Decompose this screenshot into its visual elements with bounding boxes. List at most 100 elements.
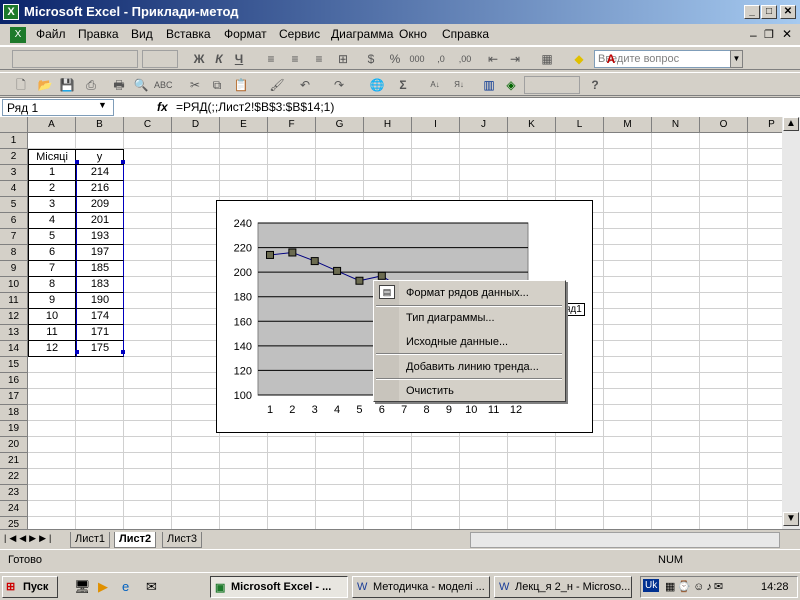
- show-desktop-icon[interactable]: 🖥: [74, 579, 91, 595]
- row-header-17[interactable]: 17: [0, 389, 28, 405]
- italic-icon[interactable]: К: [210, 51, 228, 67]
- cell-a8[interactable]: 6: [28, 245, 76, 261]
- menu-item-1[interactable]: Правка: [78, 27, 119, 41]
- menu-item-0[interactable]: Файл: [36, 27, 66, 41]
- cell-a6[interactable]: 4: [28, 213, 76, 229]
- menu-item-8[interactable]: Справка: [442, 27, 489, 41]
- row-header-15[interactable]: 15: [0, 357, 28, 373]
- name-box-dropdown-icon[interactable]: ▼: [98, 100, 107, 110]
- cell-a11[interactable]: 9: [28, 293, 76, 309]
- row-header-3[interactable]: 3: [0, 165, 28, 181]
- column-header-N[interactable]: N: [652, 117, 700, 133]
- doc-restore-button[interactable]: ❐: [764, 28, 774, 41]
- currency-icon[interactable]: $: [362, 51, 380, 67]
- row-header-10[interactable]: 10: [0, 277, 28, 293]
- column-header-M[interactable]: M: [604, 117, 652, 133]
- cell-b11[interactable]: 190: [76, 293, 124, 309]
- cell-b10[interactable]: 183: [76, 277, 124, 293]
- cell-a14[interactable]: 12: [28, 341, 76, 357]
- range-handle[interactable]: [75, 350, 79, 354]
- spelling-icon[interactable]: ABC: [154, 77, 173, 93]
- cell-b7[interactable]: 193: [76, 229, 124, 245]
- cell-b4[interactable]: 216: [76, 181, 124, 197]
- sort-desc-icon[interactable]: Я↓: [450, 77, 468, 93]
- autosum-icon[interactable]: Σ: [394, 77, 412, 93]
- task-word-1[interactable]: W Методичка - моделі ...: [352, 576, 490, 598]
- thousands-icon[interactable]: 000: [408, 51, 426, 67]
- new-icon[interactable]: 🗋: [12, 77, 30, 93]
- scroll-down-icon[interactable]: ▼: [783, 512, 799, 526]
- range-handle[interactable]: [121, 160, 125, 164]
- font-color-icon[interactable]: A: [602, 51, 620, 67]
- cell-b12[interactable]: 174: [76, 309, 124, 325]
- sheet-tab-2[interactable]: Лист2: [114, 532, 157, 548]
- cell-a3[interactable]: 1: [28, 165, 76, 181]
- cell-b13[interactable]: 171: [76, 325, 124, 341]
- row-header-2[interactable]: 2: [0, 149, 28, 165]
- column-header-B[interactable]: B: [76, 117, 124, 133]
- increase-indent-icon[interactable]: ⇥: [506, 51, 524, 67]
- cell-a12[interactable]: 10: [28, 309, 76, 325]
- row-header-7[interactable]: 7: [0, 229, 28, 245]
- close-button[interactable]: ✕: [780, 5, 796, 19]
- menu-item-6[interactable]: Диаграмма: [331, 27, 393, 41]
- start-button[interactable]: ⊞ Пуск: [2, 576, 58, 598]
- task-excel[interactable]: ▣ Microsoft Excel - ...: [210, 576, 348, 598]
- merge-icon[interactable]: ⊞: [334, 51, 352, 67]
- copy-icon[interactable]: ⧉: [208, 77, 226, 93]
- cell-b2[interactable]: y: [76, 149, 124, 165]
- print-icon[interactable]: 🖶: [110, 77, 128, 93]
- workbook-icon[interactable]: X: [10, 27, 26, 43]
- sheet-tab-1[interactable]: Лист1: [70, 532, 111, 548]
- row-header-1[interactable]: 1: [0, 133, 28, 149]
- increase-decimal-icon[interactable]: ,0: [432, 51, 450, 67]
- underline-icon[interactable]: Ч: [230, 51, 248, 67]
- drawing-icon[interactable]: ◈: [502, 77, 520, 93]
- row-header-18[interactable]: 18: [0, 405, 28, 421]
- column-header-E[interactable]: E: [220, 117, 268, 133]
- font-combo[interactable]: [12, 50, 138, 68]
- menu-item-3[interactable]: Вставка: [166, 27, 211, 41]
- menu-item-7[interactable]: Окно: [399, 27, 427, 41]
- align-right-icon[interactable]: ≡: [310, 51, 328, 67]
- menu-item-5[interactable]: Сервис: [279, 27, 320, 41]
- maximize-button[interactable]: □: [761, 5, 777, 19]
- cell-a5[interactable]: 3: [28, 197, 76, 213]
- tray-icons[interactable]: ▦⌚☺♪✉: [665, 580, 725, 593]
- row-header-16[interactable]: 16: [0, 373, 28, 389]
- menu-chart-type[interactable]: Тип диаграммы...: [406, 312, 495, 324]
- range-handle[interactable]: [121, 350, 125, 354]
- menu-source-data[interactable]: Исходные данные...: [406, 336, 508, 348]
- save-icon[interactable]: 💾: [58, 77, 76, 93]
- cell-b6[interactable]: 201: [76, 213, 124, 229]
- cell-a13[interactable]: 11: [28, 325, 76, 341]
- row-header-13[interactable]: 13: [0, 325, 28, 341]
- column-header-D[interactable]: D: [172, 117, 220, 133]
- row-header-20[interactable]: 20: [0, 437, 28, 453]
- column-header-C[interactable]: C: [124, 117, 172, 133]
- column-header-F[interactable]: F: [268, 117, 316, 133]
- paste-icon[interactable]: 📋: [232, 77, 250, 93]
- tab-scroll-icons[interactable]: |◀◀▶▶|: [4, 533, 54, 544]
- formula-input[interactable]: =РЯД(;;Лист2!$B$3:$B$14;1): [176, 100, 334, 114]
- menu-format-series[interactable]: Формат рядов данных...: [406, 287, 529, 299]
- print-preview-icon[interactable]: 🔍: [132, 77, 150, 93]
- redo-icon[interactable]: ↷: [330, 77, 348, 93]
- row-header-25[interactable]: 25: [0, 517, 28, 529]
- decrease-decimal-icon[interactable]: ,00: [456, 51, 474, 67]
- cell-a7[interactable]: 5: [28, 229, 76, 245]
- fx-icon[interactable]: fx: [157, 100, 168, 114]
- range-handle[interactable]: [75, 160, 79, 164]
- cut-icon[interactable]: ✂: [186, 77, 204, 93]
- minimize-button[interactable]: _: [744, 5, 760, 19]
- sort-asc-icon[interactable]: А↓: [426, 77, 444, 93]
- column-header-H[interactable]: H: [364, 117, 412, 133]
- chart-wizard-icon[interactable]: ▥: [480, 77, 498, 93]
- task-word-2[interactable]: W Лекц_я 2_н - Microso...: [494, 576, 632, 598]
- permission-icon[interactable]: ⎙: [82, 77, 100, 93]
- row-header-22[interactable]: 22: [0, 469, 28, 485]
- menu-item-4[interactable]: Формат: [224, 27, 267, 41]
- doc-close-button[interactable]: ✕: [782, 27, 792, 41]
- row-header-8[interactable]: 8: [0, 245, 28, 261]
- zoom-combo[interactable]: [524, 76, 580, 94]
